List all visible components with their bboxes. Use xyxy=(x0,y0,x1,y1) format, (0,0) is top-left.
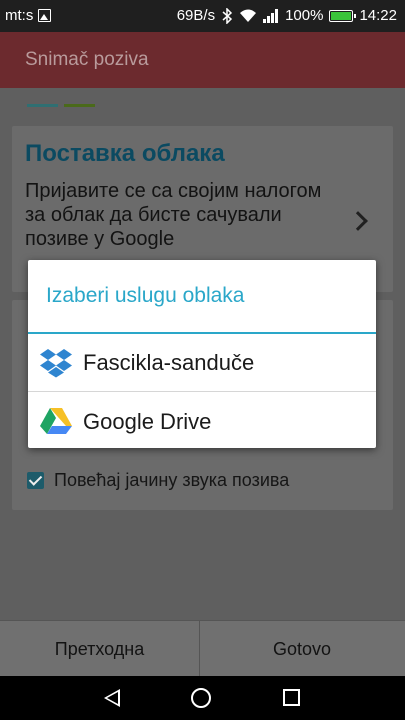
carrier-label: mt:s xyxy=(5,7,34,24)
step-1 xyxy=(27,104,58,107)
bluetooth-icon xyxy=(222,7,233,24)
image-notification-icon xyxy=(38,9,52,22)
signal-icon xyxy=(263,8,279,23)
network-speed: 69B/s xyxy=(176,7,216,24)
dropbox-icon xyxy=(40,349,72,378)
step-indicator xyxy=(27,104,95,107)
step-2 xyxy=(64,104,95,107)
card-title: Поставка облака xyxy=(25,140,225,167)
bottom-bar: Претходна Gotovo xyxy=(0,620,405,677)
status-bar: mt:s 69B/s 100% 14:22 xyxy=(0,0,405,32)
option-label: Fascikla-sanduče xyxy=(83,350,255,375)
chevron-right-icon xyxy=(348,211,368,231)
navigation-bar xyxy=(0,676,405,720)
wifi-icon xyxy=(240,9,257,22)
done-button[interactable]: Gotovo xyxy=(202,621,402,677)
battery-icon xyxy=(329,9,357,22)
app-title: Snimač poziva xyxy=(25,49,149,70)
home-icon[interactable] xyxy=(191,688,211,708)
card-description: Пријавите се са својим налогом за облак … xyxy=(25,180,322,250)
option-dropbox[interactable]: Fascikla-sanduče xyxy=(28,334,376,392)
increase-volume-checkbox[interactable] xyxy=(27,472,44,489)
increase-volume-label: Повећај јачину звука позива xyxy=(54,470,290,490)
previous-button[interactable]: Претходна xyxy=(0,621,200,677)
dialog-title: Izaberi uslugu oblaka xyxy=(46,284,245,307)
recent-apps-icon[interactable] xyxy=(283,689,300,706)
cloud-service-dialog: Izaberi uslugu oblaka Fascikla-sanduče G… xyxy=(28,260,376,448)
back-icon[interactable] xyxy=(104,689,120,707)
clock: 14:22 xyxy=(359,7,397,24)
app-bar: Snimač poziva xyxy=(0,32,405,88)
option-google-drive[interactable]: Google Drive xyxy=(28,393,376,451)
battery-percent: 100% xyxy=(285,7,324,24)
google-drive-icon xyxy=(40,408,72,434)
option-label: Google Drive xyxy=(83,409,212,434)
